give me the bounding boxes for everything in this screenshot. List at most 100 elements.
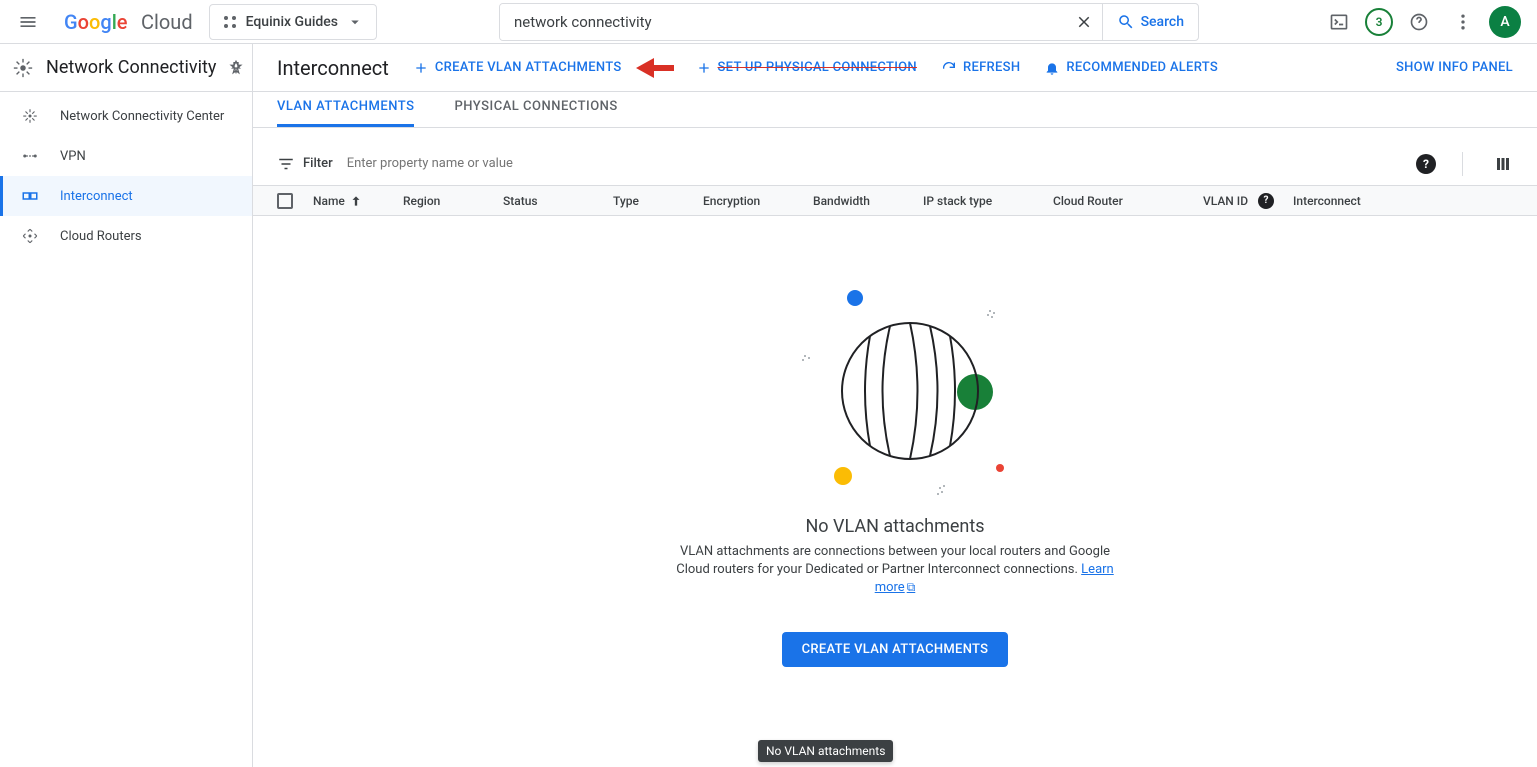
empty-state: No VLAN attachments VLAN attachments are… xyxy=(253,216,1537,667)
col-type[interactable]: Type xyxy=(613,194,703,208)
help-icon xyxy=(1409,12,1429,32)
action-label: RECOMMENDED ALERTS xyxy=(1066,60,1218,75)
pin-icon xyxy=(228,60,244,76)
tabs: VLAN ATTACHMENTS PHYSICAL CONNECTIONS xyxy=(253,92,1537,128)
action-label: CREATE VLAN ATTACHMENTS xyxy=(435,60,622,75)
top-header: Google Cloud Equinix Guides Search 3 xyxy=(0,0,1537,44)
col-vlan-id[interactable]: VLAN ID ? xyxy=(1203,193,1293,209)
page-title: Interconnect xyxy=(277,56,389,80)
filter-button[interactable]: Filter xyxy=(277,155,333,173)
empty-illustration xyxy=(775,276,1015,506)
nav-item-vpn[interactable]: VPN xyxy=(0,136,252,176)
col-region[interactable]: Region xyxy=(403,194,503,208)
annotation-arrow xyxy=(636,57,674,79)
hamburger-menu[interactable] xyxy=(8,2,48,42)
nav-item-ncc[interactable]: Network Connectivity Center xyxy=(0,96,252,136)
refresh-button[interactable]: REFRESH xyxy=(941,60,1020,76)
create-vlan-button[interactable]: CREATE VLAN ATTACHMENTS xyxy=(413,60,622,76)
filter-label-text: Filter xyxy=(303,156,333,171)
svg-text:Google: Google xyxy=(64,10,128,34)
col-ip-stack[interactable]: IP stack type xyxy=(923,194,1053,208)
hub-icon xyxy=(21,107,39,125)
filter-input[interactable] xyxy=(347,156,1402,171)
nav-label: VPN xyxy=(60,149,86,164)
filter-bar: Filter ? xyxy=(253,142,1537,186)
action-label: SET UP PHYSICAL CONNECTION xyxy=(718,60,917,75)
columns-icon xyxy=(1494,155,1512,173)
empty-description: VLAN attachments are connections between… xyxy=(675,543,1115,598)
create-vlan-primary-button[interactable]: CREATE VLAN ATTACHMENTS xyxy=(782,632,1009,667)
select-all-checkbox[interactable] xyxy=(277,193,293,209)
help-button[interactable] xyxy=(1401,4,1437,40)
header-right: 3 A xyxy=(1321,4,1529,40)
nav-item-cloud-routers[interactable]: Cloud Routers xyxy=(0,216,252,256)
table-body: No VLAN attachments VLAN attachments are… xyxy=(253,216,1537,767)
trial-badge[interactable]: 3 xyxy=(1365,8,1393,36)
col-interconnect[interactable]: Interconnect xyxy=(1293,194,1413,208)
search-button-label: Search xyxy=(1141,14,1184,30)
cloud-shell-button[interactable] xyxy=(1321,4,1357,40)
interconnect-icon xyxy=(21,187,39,205)
search-box: Search xyxy=(499,3,1199,41)
nav-item-interconnect[interactable]: Interconnect xyxy=(0,176,252,216)
trial-count: 3 xyxy=(1376,15,1383,29)
col-cloud-router[interactable]: Cloud Router xyxy=(1053,194,1203,208)
column-selector-button[interactable] xyxy=(1493,154,1513,174)
search-input[interactable] xyxy=(500,4,1066,40)
table-header-row: Name Region Status Type Encryption Bandw… xyxy=(253,186,1537,216)
search-container: Search xyxy=(385,3,1313,41)
bell-icon xyxy=(1044,60,1060,76)
arrow-left-icon xyxy=(636,57,674,79)
plus-icon xyxy=(413,60,429,76)
content-area: Interconnect CREATE VLAN ATTACHMENTS SET… xyxy=(253,44,1537,767)
external-link-icon: ⧉ xyxy=(907,580,916,594)
vpn-icon xyxy=(21,147,39,165)
tooltip: No VLAN attachments xyxy=(758,740,893,762)
vlan-help-button[interactable]: ? xyxy=(1258,193,1274,209)
dropdown-icon xyxy=(346,13,364,31)
tab-physical-connections[interactable]: PHYSICAL CONNECTIONS xyxy=(454,99,617,127)
sort-asc-icon xyxy=(349,194,363,208)
more-vert-icon xyxy=(1453,12,1473,32)
col-name[interactable]: Name xyxy=(313,194,403,208)
filter-help-button[interactable]: ? xyxy=(1416,154,1436,174)
network-connectivity-icon xyxy=(12,57,34,79)
tab-vlan-attachments[interactable]: VLAN ATTACHMENTS xyxy=(277,99,414,127)
service-icon xyxy=(12,56,34,80)
page-header: Interconnect CREATE VLAN ATTACHMENTS SET… xyxy=(253,44,1537,92)
menu-icon xyxy=(18,12,38,32)
col-bandwidth[interactable]: Bandwidth xyxy=(813,194,923,208)
show-info-panel-button[interactable]: SHOW INFO PANEL xyxy=(1396,60,1513,75)
google-logo-icon: Google xyxy=(64,10,138,34)
avatar-letter: A xyxy=(1500,14,1509,30)
nav-label: Network Connectivity Center xyxy=(60,109,224,124)
google-cloud-logo[interactable]: Google Cloud xyxy=(56,10,201,34)
account-avatar[interactable]: A xyxy=(1489,6,1521,38)
search-clear-button[interactable] xyxy=(1066,4,1102,40)
setup-physical-button[interactable]: SET UP PHYSICAL CONNECTION xyxy=(696,60,917,76)
nav-label: Cloud Routers xyxy=(60,229,142,244)
more-menu-button[interactable] xyxy=(1445,4,1481,40)
cloud-text: Cloud xyxy=(141,10,193,34)
refresh-icon xyxy=(941,60,957,76)
filter-icon xyxy=(277,155,295,173)
action-label: REFRESH xyxy=(963,60,1020,75)
nav-list: Network Connectivity Center VPN Intercon… xyxy=(0,92,252,256)
empty-title: No VLAN attachments xyxy=(805,516,984,537)
sidebar-title: Network Connectivity xyxy=(46,57,216,78)
project-selector[interactable]: Equinix Guides xyxy=(209,4,377,40)
plus-icon xyxy=(696,60,712,76)
recommended-alerts-button[interactable]: RECOMMENDED ALERTS xyxy=(1044,60,1218,76)
sidebar-header: Network Connectivity xyxy=(0,44,252,92)
project-name: Equinix Guides xyxy=(246,14,338,30)
sidebar: Network Connectivity Network Connectivit… xyxy=(0,44,253,767)
pin-button[interactable] xyxy=(228,60,244,76)
col-status[interactable]: Status xyxy=(503,194,613,208)
nav-label: Interconnect xyxy=(60,189,133,204)
close-icon xyxy=(1075,13,1093,31)
project-icon xyxy=(222,14,238,30)
search-button[interactable]: Search xyxy=(1102,4,1198,40)
search-icon xyxy=(1117,13,1135,31)
cloud-shell-icon xyxy=(1329,12,1349,32)
col-encryption[interactable]: Encryption xyxy=(703,194,813,208)
